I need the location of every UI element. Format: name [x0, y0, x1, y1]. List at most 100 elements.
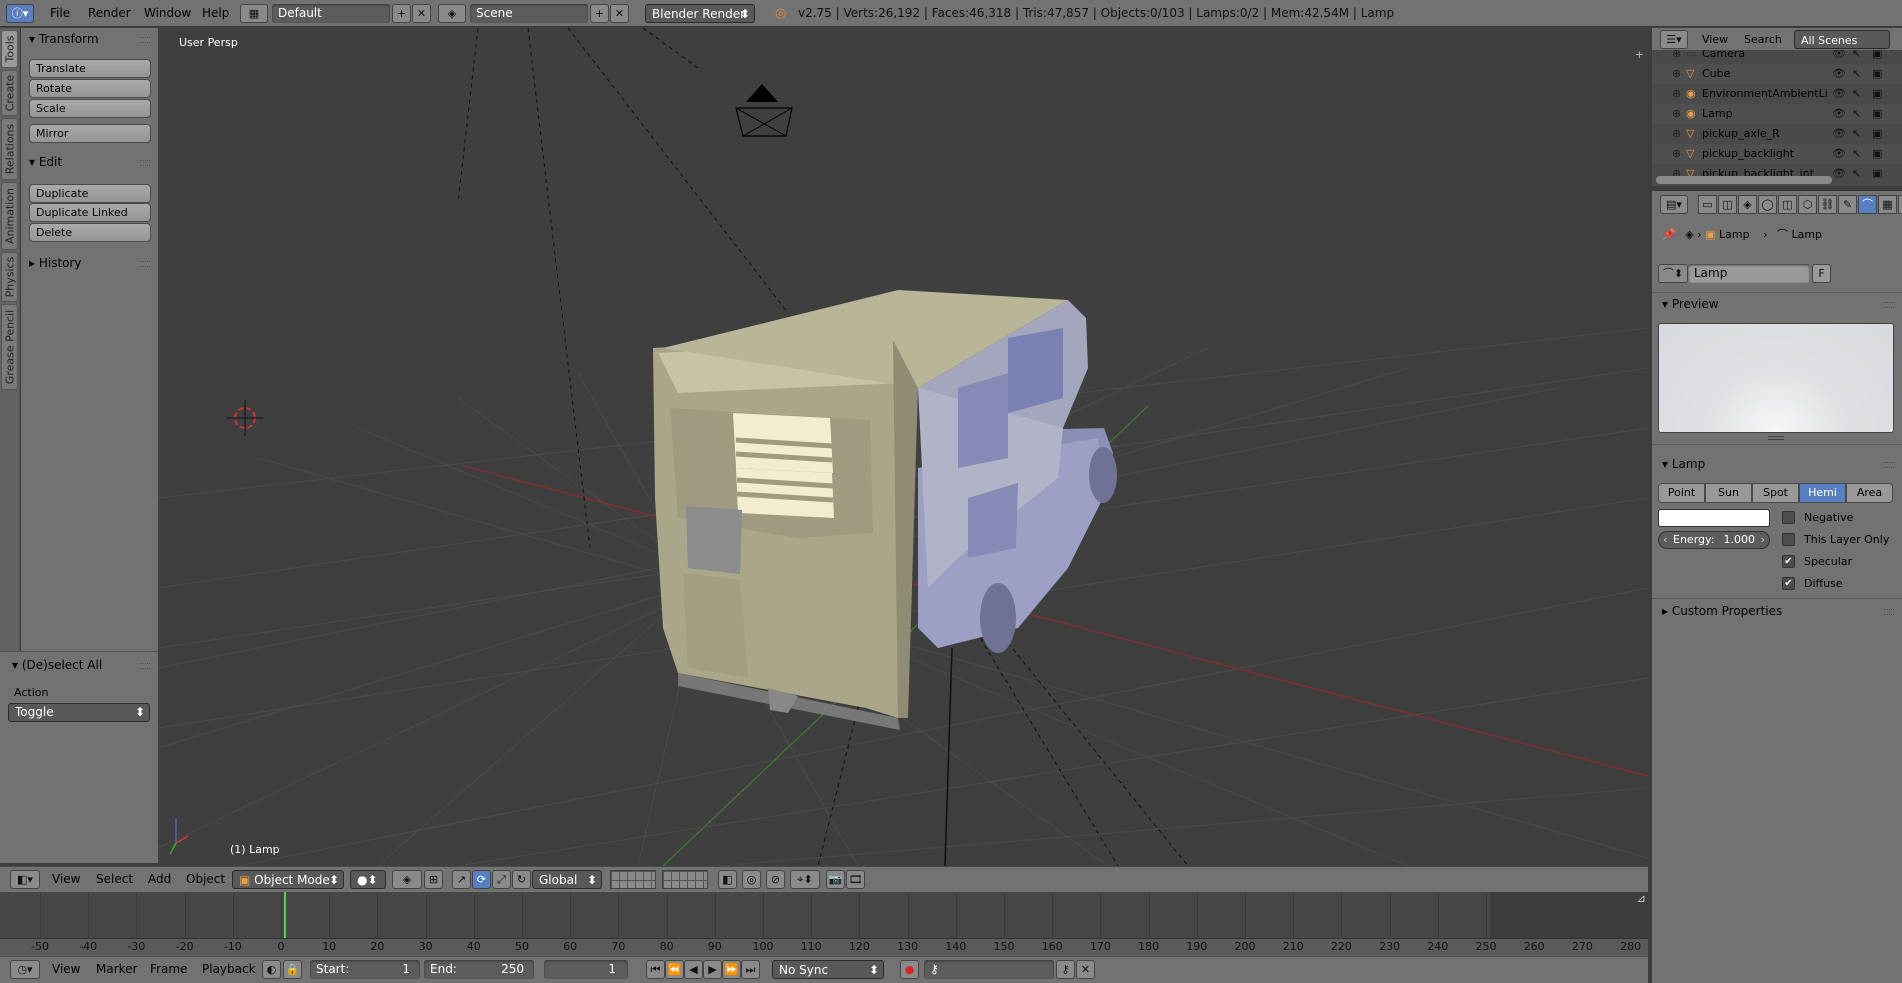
- expand-icon[interactable]: ⊕: [1672, 50, 1681, 64]
- select-cursor-icon[interactable]: ↖: [1852, 50, 1861, 64]
- rotate-arc-icon[interactable]: ↻: [512, 870, 531, 889]
- chevron-left-icon[interactable]: ‹: [1663, 532, 1667, 548]
- outliner-row[interactable]: ⊕ ◉ EnvironmentAmbientLi 👁 ↖ ▣: [1652, 84, 1902, 104]
- manipulator-toggle-icon[interactable]: ⊞: [424, 870, 443, 889]
- jump-keyframe-forward-icon[interactable]: ⏩: [722, 960, 741, 979]
- record-icon[interactable]: ●: [900, 960, 919, 979]
- grip-icon[interactable]: [1884, 462, 1894, 468]
- render-camera-icon[interactable]: ▣: [1872, 84, 1882, 104]
- 3d-viewport[interactable]: User Persp (1) Lamp +: [158, 28, 1648, 866]
- camera-object[interactable]: [735, 84, 793, 137]
- preview-panel-header[interactable]: ▾ Preview: [1662, 295, 1719, 313]
- scene-tab-icon[interactable]: ◈: [1738, 195, 1757, 214]
- render-camera-icon[interactable]: ▣: [1872, 124, 1882, 144]
- data-tab-icon[interactable]: ✎: [1838, 195, 1857, 214]
- lamp-type-sun[interactable]: Sun: [1705, 483, 1752, 503]
- menu-window[interactable]: Window: [144, 4, 191, 23]
- custom-properties-header[interactable]: ▸ Custom Properties: [1662, 602, 1782, 620]
- outliner-filter-dropdown[interactable]: All Scenes: [1794, 30, 1890, 49]
- rotate-button[interactable]: Rotate: [29, 79, 151, 98]
- layers-grid-2[interactable]: [662, 870, 708, 889]
- lamp-tab-icon[interactable]: ⌒: [1858, 195, 1877, 214]
- render-anim-icon[interactable]: 🎞: [846, 870, 865, 889]
- layout-field[interactable]: Default: [272, 4, 390, 23]
- visibility-eye-icon[interactable]: 👁: [1832, 124, 1846, 144]
- menu-file[interactable]: File: [50, 4, 70, 23]
- render-tab-icon[interactable]: ▭: [1698, 195, 1717, 214]
- menu-add[interactable]: Add: [148, 870, 171, 889]
- operator-panel-header[interactable]: ▾ (De)select All: [12, 656, 102, 674]
- checkbox-this-layer-only[interactable]: [1782, 533, 1795, 546]
- jump-end-icon[interactable]: ⏭: [741, 960, 760, 979]
- modifiers-tab-icon[interactable]: ⛓: [1818, 195, 1837, 214]
- layout-icon[interactable]: ▦: [240, 4, 268, 23]
- delete-button[interactable]: Delete: [29, 223, 151, 242]
- frame-ruler[interactable]: -50 -40 -30 -20 -10 0 10 20 30 40 50 60 70 80 90 100 110…: [0, 893, 1648, 956]
- select-cursor-icon[interactable]: ↖: [1852, 144, 1861, 164]
- mirror-button[interactable]: Mirror: [29, 124, 151, 143]
- outliner-row[interactable]: ⊕ ▽ Cube 👁 ↖ ▣: [1652, 64, 1902, 84]
- grip-icon[interactable]: [140, 663, 150, 669]
- 3d-cursor-icon[interactable]: [227, 400, 263, 436]
- render-camera-icon[interactable]: ▣: [1872, 50, 1882, 64]
- jump-keyframe-back-icon[interactable]: ⏪: [665, 960, 684, 979]
- checkbox-specular[interactable]: ✔: [1782, 555, 1795, 568]
- orientation-dropdown[interactable]: Global ⬍: [532, 870, 602, 889]
- scale-manipulator-icon[interactable]: ⤢: [492, 870, 511, 889]
- world-tab-icon[interactable]: ◯: [1758, 195, 1777, 214]
- select-cursor-icon[interactable]: ↖: [1852, 84, 1861, 104]
- visibility-eye-icon[interactable]: 👁: [1832, 64, 1846, 84]
- start-frame-field[interactable]: Start: 1: [310, 960, 420, 979]
- scene-field[interactable]: Scene: [470, 4, 588, 23]
- jump-start-icon[interactable]: ⏮: [646, 960, 665, 979]
- snap-element-icon[interactable]: ⌖⬍: [790, 870, 820, 889]
- menu-select[interactable]: Select: [96, 870, 133, 889]
- tab-physics[interactable]: Physics: [1, 252, 18, 302]
- outliner-row[interactable]: ⊕ ▽ pickup_axle_R 👁 ↖ ▣: [1652, 124, 1902, 144]
- grip-icon[interactable]: [140, 261, 150, 267]
- expand-icon[interactable]: ⊕: [1672, 64, 1681, 84]
- lamp-panel-header[interactable]: ▾ Lamp: [1662, 455, 1705, 473]
- expand-icon[interactable]: ⊕: [1672, 124, 1681, 144]
- layers-grid-1[interactable]: [610, 870, 656, 889]
- menu-help[interactable]: Help: [202, 4, 229, 23]
- texture-tab-icon[interactable]: ▦: [1878, 195, 1897, 214]
- transform-panel-header[interactable]: ▾ Transform: [29, 30, 99, 48]
- render-camera-icon[interactable]: ▣: [1872, 64, 1882, 84]
- lamp-color-swatch[interactable]: [1658, 509, 1770, 527]
- outliner-row[interactable]: ⊕ ▽ pickup_backlight 👁 ↖ ▣: [1652, 144, 1902, 164]
- mode-dropdown[interactable]: ▣ Object Mode ⬍: [232, 870, 344, 889]
- checkbox-negative[interactable]: [1782, 511, 1795, 524]
- delete-keyframe-icon[interactable]: ✕: [1076, 960, 1095, 979]
- menu-frame[interactable]: Frame: [150, 960, 187, 979]
- lamp-datablock-icon[interactable]: ⌒⬍: [1658, 264, 1688, 283]
- scale-button[interactable]: Scale: [29, 99, 151, 118]
- end-frame-field[interactable]: End: 250: [424, 960, 534, 979]
- tab-grease-pencil[interactable]: Grease Pencil: [1, 304, 18, 390]
- pin-icon[interactable]: 📌: [1662, 228, 1676, 241]
- select-cursor-icon[interactable]: ↖: [1852, 164, 1861, 178]
- translate-button[interactable]: Translate: [29, 59, 151, 78]
- render-camera-icon[interactable]: ▣: [1872, 164, 1882, 178]
- current-frame-marker[interactable]: [284, 892, 286, 940]
- select-cursor-icon[interactable]: ↖: [1852, 104, 1861, 124]
- outliner-menu-search[interactable]: Search: [1744, 30, 1782, 49]
- outliner-editor-type-button[interactable]: ☰▾: [1660, 30, 1688, 49]
- outliner-row[interactable]: ⊕ ▭ Camera 👁 ↖ ▣: [1652, 50, 1902, 64]
- expand-icon[interactable]: ⊕: [1672, 104, 1681, 124]
- preview-resize-handle[interactable]: [1768, 436, 1784, 440]
- chevron-right-icon[interactable]: ›: [1761, 532, 1765, 548]
- tab-relations[interactable]: Relations: [1, 118, 18, 180]
- insert-keyframe-icon[interactable]: ⚷: [1056, 960, 1075, 979]
- expand-icon[interactable]: ⊕: [1672, 144, 1681, 164]
- outliner-row[interactable]: ⊕ ◉ Lamp 👁 ↖ ▣: [1652, 104, 1902, 124]
- grip-icon[interactable]: [140, 37, 150, 43]
- editor-type-button[interactable]: ◧▾: [10, 870, 40, 889]
- grip-icon[interactable]: [1884, 302, 1894, 308]
- snap-toggle-icon[interactable]: ⊘: [766, 870, 785, 889]
- scene-icon[interactable]: ◈: [438, 4, 466, 23]
- add-layout-button[interactable]: +: [392, 4, 411, 23]
- properties-editor-type-button[interactable]: ▤▾: [1660, 195, 1688, 214]
- shading-dropdown[interactable]: ●⬍: [350, 870, 386, 889]
- tab-tools[interactable]: Tools: [1, 30, 18, 68]
